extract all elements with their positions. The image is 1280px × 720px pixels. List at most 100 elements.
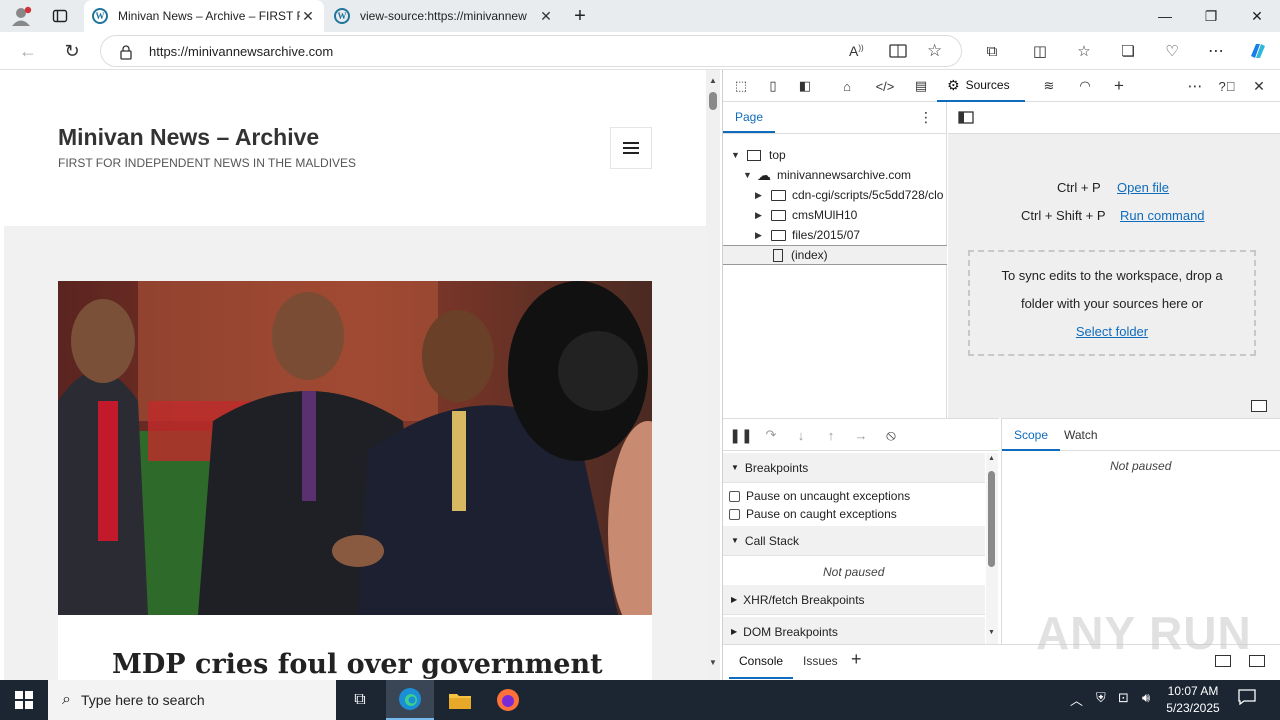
tab-actions-icon[interactable] (52, 8, 68, 24)
tab-issues[interactable]: Issues (803, 654, 838, 668)
refresh-icon[interactable]: ↻ (58, 37, 86, 65)
firefox-icon[interactable] (484, 680, 532, 720)
call-stack-section[interactable]: ▼ Call Stack (723, 526, 985, 556)
toggle-navigator-icon[interactable] (958, 111, 974, 124)
favorite-star-icon[interactable]: ☆ (927, 41, 942, 61)
tree-item-folder[interactable]: ▶ cmsMUlH10 (723, 205, 947, 225)
copilot-icon[interactable] (1244, 37, 1272, 65)
page-scrollbar[interactable]: ▲ ▼ (706, 70, 720, 680)
tab-scope[interactable]: Scope (1002, 419, 1061, 451)
workspace-drop-zone[interactable]: To sync edits to the workspace, drop a f… (968, 250, 1256, 356)
dock-side-icon[interactable]: ◧ (793, 75, 817, 97)
navigator-more-icon[interactable]: ⋮ (919, 109, 933, 126)
new-tab-icon[interactable]: + (568, 4, 592, 28)
close-window-button[interactable]: ✕ (1234, 0, 1280, 32)
console-icon[interactable]: ▤ (909, 75, 933, 97)
pause-icon[interactable]: ❚❚ (729, 424, 753, 446)
tab-watch[interactable]: Watch (1064, 428, 1098, 442)
breakpoints-section[interactable]: ▼ Breakpoints (723, 453, 985, 483)
step-icon[interactable]: → (849, 424, 873, 446)
security-tray-icon[interactable]: ⛨ (1096, 690, 1106, 706)
debugger-scrollbar[interactable]: ▲ ▼ (986, 453, 998, 645)
customize-menu-icon[interactable]: ⋯ (1183, 75, 1207, 97)
help-icon[interactable]: ?⃝ (1215, 75, 1239, 97)
scroll-up-arrow[interactable]: ▲ (709, 76, 717, 85)
tab-page[interactable]: Page (723, 102, 776, 133)
collections-icon[interactable]: ❏ (1114, 37, 1142, 65)
performance-icon[interactable]: ◠ (1073, 75, 1097, 97)
select-folder-link[interactable]: Select folder (970, 318, 1254, 346)
tab-sources[interactable]: ⚙ Sources (937, 70, 1025, 102)
read-aloud-icon[interactable]: A)) (849, 43, 864, 59)
article-photo[interactable] (58, 281, 652, 615)
scroll-up-arrow[interactable]: ▲ (988, 455, 995, 462)
favorites-icon[interactable]: ☆ (1070, 37, 1098, 65)
expand-arrow-icon[interactable]: ▼ (743, 170, 753, 180)
tab-minivan-news[interactable]: W Minivan News – Archive – FIRST F ✕ (84, 0, 324, 32)
file-explorer-icon[interactable] (436, 680, 484, 720)
welcome-home-icon[interactable]: ⌂ (835, 75, 859, 97)
pause-caught-checkbox[interactable]: Pause on caught exceptions (729, 507, 897, 521)
tab-view-source[interactable]: W view-source:https://minivannew ✕ (326, 0, 562, 32)
scroll-thumb[interactable] (709, 92, 717, 110)
expand-arrow-icon[interactable]: ▼ (731, 150, 741, 160)
restore-button[interactable]: ❐ (1188, 0, 1234, 32)
profile-icon[interactable] (10, 6, 32, 26)
xhr-breakpoints-section[interactable]: ▶ XHR/fetch Breakpoints (723, 585, 985, 615)
tab-console[interactable]: Console (729, 645, 794, 679)
step-out-icon[interactable]: ↑ (819, 424, 843, 446)
url-text[interactable]: https://minivannewsarchive.com (149, 44, 333, 59)
split-screen-icon[interactable]: ◫ (1026, 37, 1054, 65)
url-box[interactable]: https://minivannewsarchive.com A)) ☆ (100, 35, 962, 67)
task-view-icon[interactable]: ⧉ (336, 680, 384, 720)
tree-item-domain[interactable]: ▼ ☁ minivannewsarchive.com (723, 165, 947, 185)
checkbox-box[interactable] (729, 490, 740, 502)
coverage-icon[interactable] (1251, 400, 1267, 412)
elements-icon[interactable]: </> (873, 75, 897, 97)
tree-item-top[interactable]: ▼ top (723, 145, 947, 165)
close-tab-icon[interactable]: ✕ (300, 8, 316, 25)
taskbar-search-box[interactable]: ⌕ Type here to search (48, 680, 336, 720)
network-tray-icon[interactable]: ⊡ (1118, 690, 1129, 706)
extensions-icon[interactable]: ⧉ (978, 37, 1006, 65)
close-devtools-icon[interactable]: ✕ (1247, 75, 1271, 97)
add-drawer-tab-icon[interactable]: + (851, 649, 862, 670)
collapsed-arrow-icon[interactable]: ▶ (755, 210, 765, 221)
step-over-icon[interactable]: ↷ (759, 424, 783, 446)
dom-breakpoints-section[interactable]: ▶ DOM Breakpoints (723, 617, 985, 647)
scroll-down-arrow[interactable]: ▼ (709, 658, 717, 667)
tree-item-index[interactable]: (index) (723, 245, 947, 265)
close-tab-icon[interactable]: ✕ (538, 8, 554, 25)
checkbox-box[interactable] (729, 508, 740, 520)
article-headline[interactable]: MDP cries foul over government (112, 649, 603, 680)
show-hidden-icons[interactable]: ︿ (1070, 690, 1083, 709)
tree-item-folder[interactable]: ▶ files/2015/07 (723, 225, 947, 245)
collapsed-arrow-icon[interactable]: ▶ (755, 230, 765, 241)
hamburger-menu-button[interactable] (610, 127, 652, 169)
run-command-link[interactable]: Run command (1120, 208, 1205, 223)
step-into-icon[interactable]: ↓ (789, 424, 813, 446)
device-emulation-icon[interactable]: ▯ (761, 75, 785, 97)
open-file-link[interactable]: Open file (1117, 180, 1169, 195)
deactivate-breakpoints-icon[interactable]: ⦸ (879, 424, 903, 446)
browser-essentials-icon[interactable]: ♡ (1158, 37, 1186, 65)
tree-item-folder[interactable]: ▶ cdn-cgi/scripts/5c5dd728/clo (723, 185, 947, 205)
network-icon[interactable]: ≋ (1037, 75, 1061, 97)
scroll-thumb[interactable] (988, 471, 995, 567)
more-tools-plus-icon[interactable]: + (1107, 75, 1131, 97)
lock-icon[interactable] (119, 44, 133, 60)
inspect-element-icon[interactable]: ⬚ (729, 75, 753, 97)
minimize-button[interactable]: — (1142, 0, 1188, 32)
collapsed-arrow-icon[interactable]: ▶ (755, 190, 765, 201)
scroll-down-arrow[interactable]: ▼ (988, 629, 995, 636)
taskbar-clock[interactable]: 10:07 AM 5/23/2025 (1160, 683, 1226, 717)
volume-icon[interactable]: 🔊︎ (1142, 690, 1150, 706)
start-button[interactable] (0, 680, 48, 720)
site-title[interactable]: Minivan News – Archive (58, 124, 319, 151)
edge-taskbar-icon[interactable] (386, 680, 434, 720)
more-menu-icon[interactable]: ⋯ (1202, 37, 1230, 65)
back-icon[interactable]: ← (14, 37, 42, 65)
pause-uncaught-checkbox[interactable]: Pause on uncaught exceptions (729, 489, 910, 503)
immersive-reader-icon[interactable] (889, 43, 907, 59)
notifications-icon[interactable] (1238, 689, 1256, 705)
